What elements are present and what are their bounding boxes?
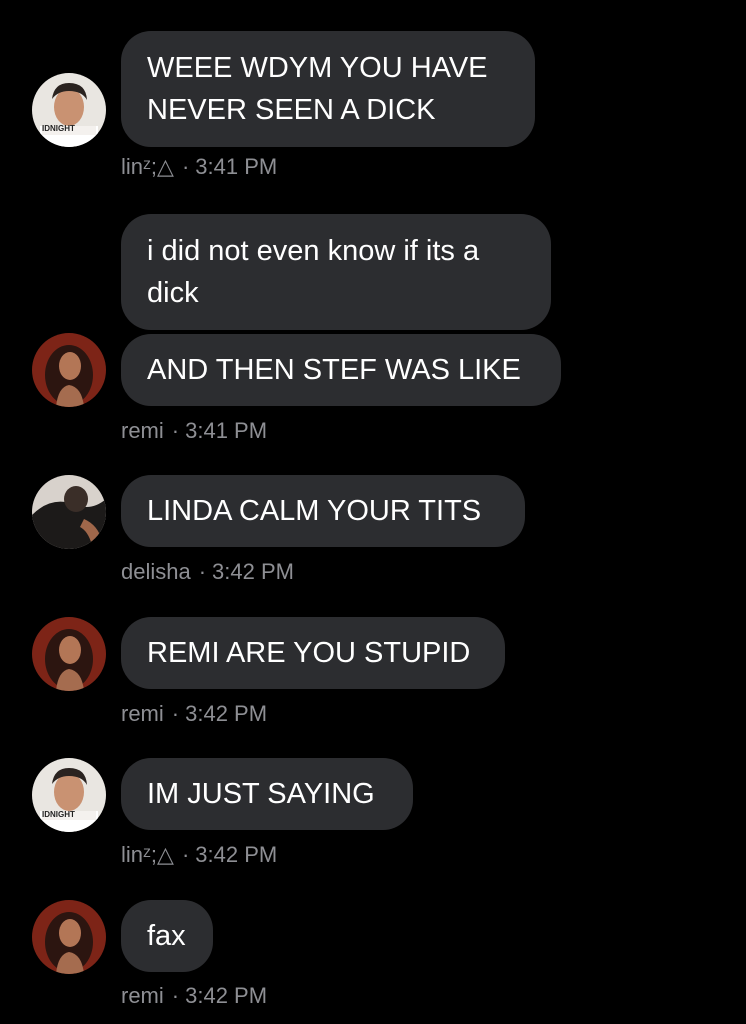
- remi-avatar-icon[interactable]: [32, 900, 106, 974]
- message-bubble[interactable]: WEEE WDYM YOU HAVE NEVER SEEN A DICK: [121, 31, 535, 147]
- remi-avatar-icon[interactable]: [32, 333, 106, 407]
- sender-name[interactable]: delisha: [121, 559, 191, 584]
- timestamp: 3:42 PM: [212, 559, 294, 584]
- timestamp: 3:42 PM: [195, 842, 278, 867]
- message-meta: remi · 3:42 PM: [121, 983, 268, 1008]
- message-bubble[interactable]: LINDA CALM YOUR TITS: [121, 475, 525, 547]
- timestamp: 3:42 PM: [185, 701, 268, 726]
- timestamp: 3:42 PM: [185, 983, 268, 1008]
- message-bubble[interactable]: AND THEN STEF WAS LIKE: [121, 334, 561, 406]
- lin-avatar-icon[interactable]: [32, 758, 106, 832]
- sender-name[interactable]: remi: [121, 701, 164, 726]
- avatar-badge-text: IDNIGHT: [42, 124, 75, 133]
- message-meta: linᶻ;△ · 3:42 PM: [121, 842, 278, 867]
- sender-name[interactable]: remi: [121, 418, 164, 443]
- message-meta: linᶻ;△ · 3:41 PM: [121, 154, 278, 179]
- timestamp: 3:41 PM: [195, 154, 278, 179]
- message-bubble[interactable]: REMI ARE YOU STUPID: [121, 617, 505, 689]
- message-bubble[interactable]: i did not even know if its a dick: [121, 214, 551, 330]
- message-bubble[interactable]: IM JUST SAYING: [121, 758, 413, 830]
- message-meta: delisha · 3:42 PM: [121, 559, 294, 584]
- delisha-avatar-icon[interactable]: [32, 475, 106, 549]
- message-meta: remi · 3:41 PM: [121, 418, 268, 443]
- remi-avatar-icon[interactable]: [32, 617, 106, 691]
- sender-name[interactable]: remi: [121, 983, 164, 1008]
- sender-name[interactable]: linᶻ;△: [121, 842, 174, 867]
- sender-name[interactable]: linᶻ;△: [121, 154, 174, 179]
- avatar-badge-text: IDNIGHT: [42, 810, 75, 819]
- message-meta: remi · 3:42 PM: [121, 701, 268, 726]
- timestamp: 3:41 PM: [185, 418, 268, 443]
- message-bubble[interactable]: fax: [121, 900, 213, 972]
- lin-avatar-icon[interactable]: [32, 73, 106, 147]
